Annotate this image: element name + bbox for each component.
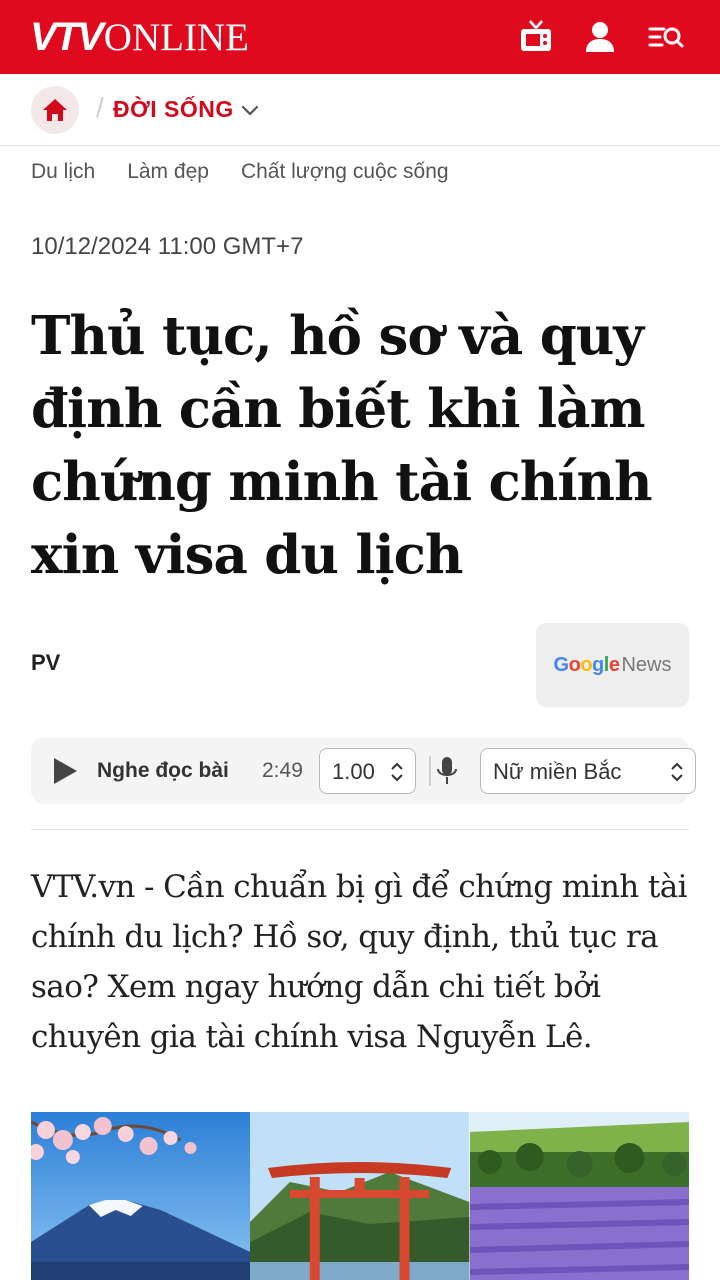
- subnav-item-du-lich[interactable]: Du lịch: [31, 160, 95, 190]
- voice-select[interactable]: Nữ miền Bắc: [480, 748, 696, 794]
- tv-icon[interactable]: [517, 18, 555, 56]
- home-button[interactable]: [31, 86, 79, 134]
- player-separator: [429, 756, 431, 786]
- lavender-field-image: [469, 1112, 689, 1280]
- microphone-icon: [437, 757, 457, 784]
- updown-chevron-icon: [671, 762, 683, 782]
- updown-chevron-icon: [391, 762, 403, 782]
- logo-online-text: ONLINE: [103, 15, 249, 59]
- google-news-logo: Google: [553, 653, 620, 676]
- logo-vtv-text: VTV: [30, 14, 104, 59]
- chevron-down-icon[interactable]: [238, 98, 262, 122]
- google-news-label: News: [621, 653, 672, 676]
- mount-fuji-image: [31, 1112, 251, 1280]
- section-link[interactable]: ĐỜI SỐNG: [113, 96, 234, 123]
- torii-gate-image: [250, 1112, 470, 1280]
- vtv-online-logo[interactable]: VTV ONLINE: [30, 14, 249, 60]
- subcategory-nav: Du lịch Làm đẹp Chất lượng cuộc sống: [31, 160, 449, 190]
- breadcrumb-separator: /: [96, 92, 104, 123]
- breadcrumb: / ĐỜI SỐNG: [0, 74, 720, 146]
- subnav-item-lam-dep[interactable]: Làm đẹp: [127, 160, 209, 190]
- subnav-item-chat-luong-cuoc-song[interactable]: Chất lượng cuộc sống: [241, 160, 449, 190]
- article-date: 10/12/2024 11:00 GMT+7: [31, 233, 304, 260]
- article-lead: VTV.vn - Cần chuẩn bị gì để chứng minh t…: [31, 869, 688, 1055]
- home-icon: [43, 99, 67, 121]
- play-icon[interactable]: [51, 756, 79, 786]
- divider: [31, 829, 689, 830]
- audio-player: Nghe đọc bài 2:49 1.00 Nữ miền Bắc: [31, 738, 696, 804]
- speed-value: 1.00: [332, 759, 375, 784]
- article-author: PV: [31, 650, 61, 675]
- audio-duration: 2:49: [262, 759, 303, 782]
- top-header: VTV ONLINE: [0, 0, 720, 74]
- article-image-strip[interactable]: [31, 1112, 689, 1280]
- article-title: Thủ tục, hồ sơ và quy định cần biết khi …: [31, 305, 653, 586]
- google-news-button[interactable]: Google News: [536, 623, 689, 707]
- search-menu-icon[interactable]: [647, 18, 685, 56]
- speed-select[interactable]: 1.00: [319, 748, 416, 794]
- voice-value: Nữ miền Bắc: [493, 759, 622, 784]
- listen-label: Nghe đọc bài: [97, 759, 229, 782]
- user-icon[interactable]: [581, 18, 619, 56]
